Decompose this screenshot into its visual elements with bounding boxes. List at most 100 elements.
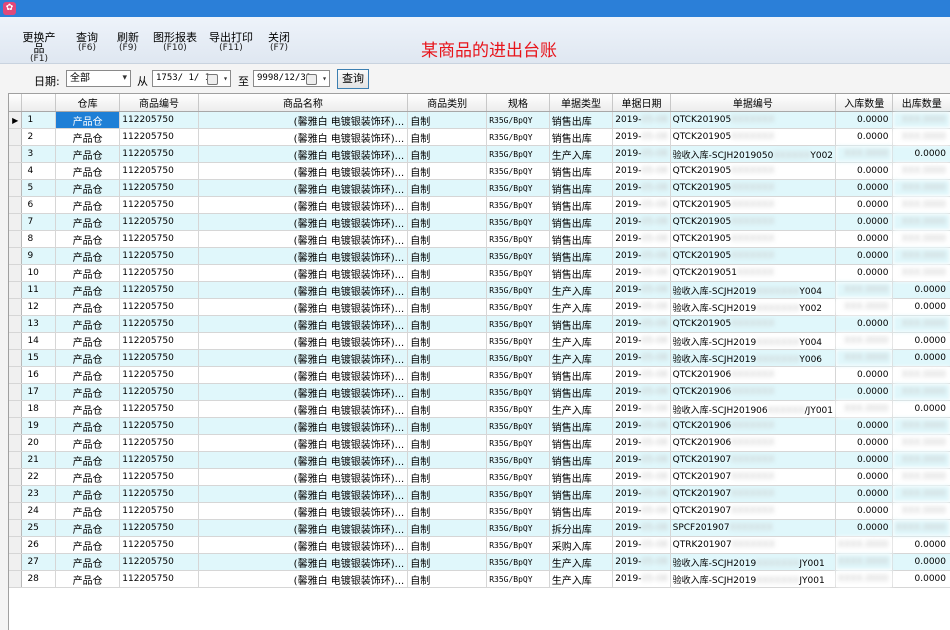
table-row[interactable]: 28 产品仓 112205750 (馨雅白 电镀银装饰环)... 自制 R35G/BpQY… — [9, 570, 950, 588]
category-cell[interactable]: 自制 — [407, 417, 488, 435]
doc-date-cell[interactable]: 2019-05-08 — [612, 570, 671, 588]
warehouse-cell[interactable]: 产品仓 — [55, 570, 121, 588]
product-code-cell[interactable]: 112205750 — [119, 502, 199, 520]
out-qty-cell[interactable]: 0.0000 — [892, 349, 950, 367]
spec-cell[interactable]: R35G/BpQY — [486, 502, 550, 520]
doc-date-cell[interactable]: 2019-05-08 — [612, 111, 671, 129]
product-name-cell[interactable]: (馨雅白 电镀银装饰环)... — [198, 128, 409, 146]
doc-number-cell[interactable]: QTCK201906XXXXXXX — [670, 366, 837, 384]
doc-number-cell[interactable]: 验收入库-SCJH2019XXXXXXXY004 — [670, 332, 837, 350]
product-name-cell[interactable]: (馨雅白 电镀银装饰环)... — [198, 451, 409, 469]
product-name-cell[interactable]: (馨雅白 电镀银装饰环)... — [198, 485, 409, 503]
doc-number-cell[interactable]: QTRK201907XXXXXXX — [670, 536, 837, 554]
warehouse-cell[interactable]: 产品仓 — [55, 417, 121, 435]
doc-number-cell[interactable]: QTCK201905XXXXXXX — [670, 128, 837, 146]
warehouse-cell[interactable]: 产品仓 — [55, 213, 121, 231]
chart-report-button[interactable]: 图形报表 (F10) — [153, 32, 197, 54]
doc-type-cell[interactable]: 生产入库 — [549, 281, 614, 299]
out-qty-cell[interactable]: 0.0000 — [892, 553, 950, 571]
spec-cell[interactable]: R35G/BpQY — [486, 111, 550, 129]
warehouse-cell[interactable]: 产品仓 — [55, 400, 121, 418]
spec-cell[interactable]: R35G/BpQY — [486, 366, 550, 384]
out-qty-cell[interactable]: XXX.0000 — [892, 366, 950, 384]
doc-date-cell[interactable]: 2019-05-08 — [612, 247, 671, 265]
doc-type-cell[interactable]: 生产入库 — [549, 553, 614, 571]
doc-number-cell[interactable]: QTCK201905XXXXXXX — [670, 213, 837, 231]
out-qty-cell[interactable]: XXX.0000 — [892, 111, 950, 129]
in-qty-cell[interactable]: 0.0000 — [835, 162, 894, 180]
doc-number-cell[interactable]: QTCK201907XXXXXXX — [670, 502, 837, 520]
in-qty-cell[interactable]: 0.0000 — [835, 315, 894, 333]
doc-type-cell[interactable]: 销售出库 — [549, 162, 614, 180]
doc-number-cell[interactable]: QTCK201907XXXXXXX — [670, 485, 837, 503]
doc-type-cell[interactable]: 采购入库 — [549, 536, 614, 554]
warehouse-cell[interactable]: 产品仓 — [55, 247, 121, 265]
export-print-button[interactable]: 导出打印 (F11) — [209, 32, 253, 54]
product-code-cell[interactable]: 112205750 — [119, 485, 199, 503]
product-name-cell[interactable]: (馨雅白 电镀银装饰环)... — [198, 519, 409, 537]
warehouse-cell[interactable]: 产品仓 — [55, 281, 121, 299]
out-qty-cell[interactable]: 0.0000 — [892, 332, 950, 350]
in-qty-cell[interactable]: 0.0000 — [835, 196, 894, 214]
in-qty-cell[interactable]: 0.0000 — [835, 247, 894, 265]
to-date-picker[interactable]: 9998/12/31 ▾ — [253, 70, 330, 87]
doc-date-cell[interactable]: 2019-05-08 — [612, 383, 671, 401]
spec-cell[interactable]: R35G/BpQY — [486, 196, 550, 214]
doc-type-cell[interactable]: 生产入库 — [549, 570, 614, 588]
table-row[interactable]: 27 产品仓 112205750 (馨雅白 电镀银装饰环)... 自制 R35G/BpQY… — [9, 553, 950, 571]
warehouse-cell[interactable]: 产品仓 — [55, 485, 121, 503]
doc-date-cell[interactable]: 2019-05-08 — [612, 417, 671, 435]
doc-date-cell[interactable]: 2019-05-08 — [612, 519, 671, 537]
header-product-name[interactable]: 商品名称 — [198, 94, 409, 112]
category-cell[interactable]: 自制 — [407, 162, 488, 180]
product-code-cell[interactable]: 112205750 — [119, 111, 199, 129]
product-code-cell[interactable]: 112205750 — [119, 315, 199, 333]
doc-date-cell[interactable]: 2019-05-08 — [612, 366, 671, 384]
product-name-cell[interactable]: (馨雅白 电镀银装饰环)... — [198, 145, 409, 163]
product-code-cell[interactable]: 112205750 — [119, 349, 199, 367]
doc-type-cell[interactable]: 销售出库 — [549, 179, 614, 197]
doc-number-cell[interactable]: 验收入库-SCJH2019XXXXXXXJY001 — [670, 570, 837, 588]
category-cell[interactable]: 自制 — [407, 519, 488, 537]
product-name-cell[interactable]: (馨雅白 电镀银装饰环)... — [198, 162, 409, 180]
product-name-cell[interactable]: (馨雅白 电镀银装饰环)... — [198, 196, 409, 214]
product-name-cell[interactable]: (馨雅白 电镀银装饰环)... — [198, 383, 409, 401]
header-warehouse[interactable]: 仓库 — [55, 94, 121, 112]
category-cell[interactable]: 自制 — [407, 451, 488, 469]
table-row[interactable]: 22 产品仓 112205750 (馨雅白 电镀银装饰环)... 自制 R35G/BpQY… — [9, 468, 950, 486]
in-qty-cell[interactable]: 0.0000 — [835, 230, 894, 248]
change-product-button[interactable]: 更换产品 (F1) — [18, 32, 60, 65]
doc-date-cell[interactable]: 2019-05-08 — [612, 553, 671, 571]
in-qty-cell[interactable]: 0.0000 — [835, 111, 894, 129]
category-cell[interactable]: 自制 — [407, 264, 488, 282]
product-name-cell[interactable]: (馨雅白 电镀银装饰环)... — [198, 111, 409, 129]
in-qty-cell[interactable]: 0.0000 — [835, 383, 894, 401]
doc-number-cell[interactable]: 验收入库-SCJH2019XXXXXXXY006 — [670, 349, 837, 367]
spec-cell[interactable]: R35G/BpQY — [486, 247, 550, 265]
product-code-cell[interactable]: 112205750 — [119, 332, 199, 350]
in-qty-cell[interactable]: 0.0000 — [835, 417, 894, 435]
spec-cell[interactable]: R35G/BpQY — [486, 451, 550, 469]
category-cell[interactable]: 自制 — [407, 502, 488, 520]
refresh-button[interactable]: 刷新 (F9) — [115, 32, 141, 54]
out-qty-cell[interactable]: XXX.0000 — [892, 213, 950, 231]
product-name-cell[interactable]: (馨雅白 电镀银装饰环)... — [198, 366, 409, 384]
category-cell[interactable]: 自制 — [407, 196, 488, 214]
doc-date-cell[interactable]: 2019-05-08 — [612, 536, 671, 554]
out-qty-cell[interactable]: XXX.0000 — [892, 502, 950, 520]
table-row[interactable]: 10 产品仓 112205750 (馨雅白 电镀银装饰环)... 自制 R35G/BpQY… — [9, 264, 950, 282]
doc-number-cell[interactable]: 验收入库-SCJH201906XXXXXX/JY001 — [670, 400, 837, 418]
in-qty-cell[interactable]: 0.0000 — [835, 451, 894, 469]
out-qty-cell[interactable]: 0.0000 — [892, 570, 950, 588]
product-code-cell[interactable]: 112205750 — [119, 298, 199, 316]
table-row[interactable]: 13 产品仓 112205750 (馨雅白 电镀银装饰环)... 自制 R35G/BpQY… — [9, 315, 950, 333]
doc-type-cell[interactable]: 销售出库 — [549, 502, 614, 520]
doc-number-cell[interactable]: QTCK2019051XXXXXX — [670, 264, 837, 282]
out-qty-cell[interactable]: 0.0000 — [892, 281, 950, 299]
doc-type-cell[interactable]: 销售出库 — [549, 247, 614, 265]
table-row[interactable]: 16 产品仓 112205750 (馨雅白 电镀银装饰环)... 自制 R35G/BpQY… — [9, 366, 950, 384]
spec-cell[interactable]: R35G/BpQY — [486, 570, 550, 588]
product-code-cell[interactable]: 112205750 — [119, 570, 199, 588]
spec-cell[interactable]: R35G/BpQY — [486, 315, 550, 333]
doc-date-cell[interactable]: 2019-05-08 — [612, 213, 671, 231]
